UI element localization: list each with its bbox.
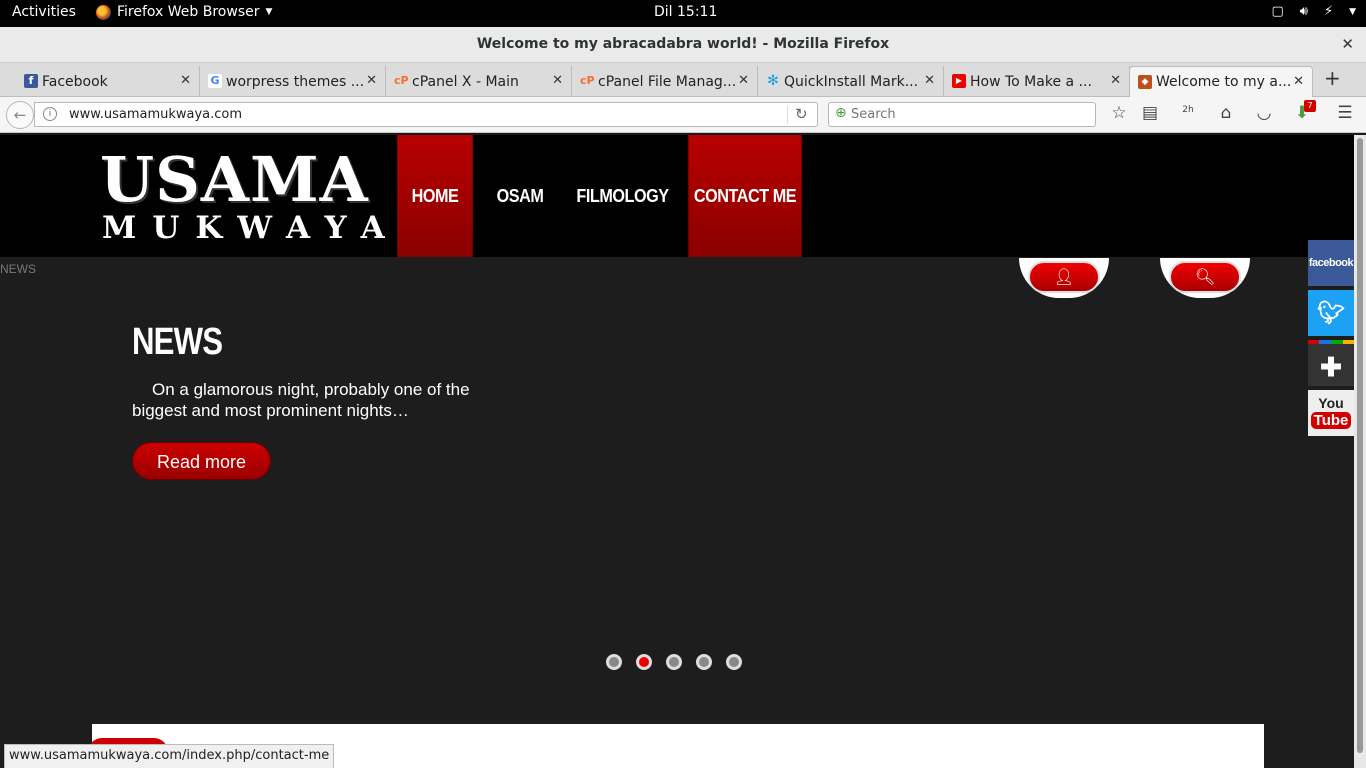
news-breadcrumb: NEWS [0, 262, 36, 276]
nav-contact-me[interactable]: CONTACT ME [688, 135, 802, 257]
tab-label: QuickInstall Mark... [784, 73, 919, 90]
cpanel-icon: cP [394, 74, 409, 87]
screen-icon: ▢ [1271, 4, 1284, 19]
web-page: USAMA MUKWAYA HOME OSAM FILMOLOGY CONTAC… [0, 135, 1354, 768]
tab-quickinstall[interactable]: ✻ QuickInstall Mark... ✕ [758, 66, 944, 97]
reload-icon[interactable]: ↻ [795, 105, 808, 123]
page-scrollbar[interactable] [1354, 135, 1366, 768]
tab-label: cPanel File Manag... [598, 73, 737, 90]
user-button[interactable]: 👤︎ [1028, 261, 1100, 293]
tab-label: worpress themes ... [226, 73, 365, 90]
tab-youtube[interactable]: ▶ How To Make a ... ✕ [944, 66, 1130, 97]
youtube-button[interactable]: You Tube [1308, 390, 1354, 436]
facebook-button[interactable]: facebook [1308, 240, 1354, 286]
bookmark-star-icon[interactable]: ☆ [1107, 103, 1131, 123]
firefox-icon [96, 4, 111, 20]
tab-label: Facebook [42, 73, 108, 90]
tab-welcome-active[interactable]: ◆ Welcome to my a... ✕ [1129, 66, 1313, 97]
slide-text: On a glamorous night, probably one of th… [132, 380, 470, 420]
info-icon[interactable]: i [43, 107, 57, 121]
nav-home[interactable]: HOME [397, 135, 473, 257]
back-arrow-icon[interactable]: ← [6, 101, 34, 129]
close-icon[interactable]: ✕ [738, 73, 749, 88]
close-icon[interactable]: ✕ [1110, 73, 1121, 88]
clock[interactable]: Dil 15:11 [654, 4, 717, 20]
twitter-bird-icon: 🐦︎ [1317, 300, 1345, 325]
tab-facebook[interactable]: f Facebook ✕ [16, 66, 200, 97]
activities-button[interactable]: Activities [12, 4, 76, 20]
system-top-bar: Activities Firefox Web Browser ▼ Dil 15:… [0, 0, 1366, 27]
window-close-icon[interactable]: ✕ [1341, 35, 1354, 53]
close-icon[interactable]: ✕ [180, 73, 191, 88]
chevron-down-icon: ▼ [1349, 7, 1356, 17]
tab-google[interactable]: G worpress themes ... ✕ [200, 66, 386, 97]
divider [787, 106, 788, 124]
nav-filmology[interactable]: FILMOLOGY [576, 135, 669, 257]
read-more-button[interactable]: Read more [132, 442, 271, 480]
quickinstall-icon: ✻ [767, 73, 779, 89]
slider-dot[interactable] [726, 654, 742, 670]
site-logo[interactable]: USAMA MUKWAYA [100, 143, 401, 246]
search-input[interactable] [851, 105, 1091, 124]
battery-icon: ⚡︎ [1323, 4, 1334, 19]
youtube-you-label: You [1318, 395, 1344, 411]
plus-icon: ✚ [1320, 352, 1342, 382]
scrollbar-thumb[interactable] [1357, 138, 1363, 753]
youtube-tube-label: Tube [1310, 412, 1352, 429]
facebook-label: facebook [1308, 257, 1354, 269]
new-tab-icon[interactable]: + [1324, 66, 1341, 90]
url-text[interactable]: www.usamamukwaya.com [69, 107, 242, 122]
tab-strip: f Facebook ✕ G worpress themes ... ✕ cP … [0, 63, 1366, 97]
status-bar: www.usamamukwaya.com/index.php/contact-m… [4, 744, 335, 768]
tab-label: Welcome to my a... [1156, 74, 1292, 90]
nav-osam[interactable]: OSAM [484, 135, 556, 257]
close-icon[interactable]: ✕ [924, 73, 935, 88]
slider-dot-active[interactable] [636, 654, 652, 670]
search-tab: 🔍︎ [1160, 258, 1250, 298]
user-tab: 👤︎ [1019, 258, 1109, 298]
tab-label: cPanel X - Main [412, 73, 519, 90]
slide-title: NEWS [132, 321, 223, 363]
youtube-icon: ▶ [952, 74, 966, 88]
window-title: Welcome to my abracadabra world! - Mozil… [476, 36, 890, 52]
cpanel-icon: cP [580, 74, 595, 87]
timer-icon[interactable]: 2h [1176, 105, 1200, 115]
close-icon[interactable]: ✕ [1293, 74, 1304, 89]
tab-label: How To Make a ... [970, 73, 1092, 90]
navigation-toolbar: ← i www.usamamukwaya.com ↻ ⊕ ☆ ▤ 2h ⌂ ◡ … [0, 97, 1366, 133]
url-bar[interactable]: i www.usamamukwaya.com ↻ [34, 102, 818, 127]
close-icon[interactable]: ✕ [366, 73, 377, 88]
search-icon: ⊕ [835, 105, 847, 121]
user-icon: 👤︎ [1053, 267, 1075, 286]
window-titlebar: Welcome to my abracadabra world! - Mozil… [0, 27, 1366, 63]
slider-dot[interactable] [696, 654, 712, 670]
menu-icon[interactable]: ☰ [1333, 103, 1357, 123]
tab-cpanel-main[interactable]: cP cPanel X - Main ✕ [386, 66, 572, 97]
search-bar[interactable]: ⊕ [828, 102, 1096, 127]
system-tray[interactable]: ▢ 🔊︎ ⚡︎ ▼ [1271, 4, 1356, 21]
site-icon: ◆ [1138, 75, 1152, 89]
chevron-down-icon: ▼ [265, 7, 273, 17]
twitter-button[interactable]: 🐦︎ [1308, 290, 1354, 336]
logo-line-2: MUKWAYA [102, 210, 401, 246]
logo-line-1: USAMA [100, 143, 369, 216]
tab-cpanel-file-manager[interactable]: cP cPanel File Manag... ✕ [572, 66, 758, 97]
app-menu[interactable]: Firefox Web Browser ▼ [96, 4, 272, 20]
slider-dot[interactable] [666, 654, 682, 670]
app-menu-label: Firefox Web Browser [117, 4, 260, 20]
google-icon: G [208, 74, 222, 88]
download-badge: 7 [1304, 100, 1316, 112]
slider-dot[interactable] [606, 654, 622, 670]
close-icon[interactable]: ✕ [552, 73, 563, 88]
pocket-icon[interactable]: ◡ [1252, 103, 1276, 123]
home-icon[interactable]: ⌂ [1214, 103, 1238, 123]
slider-pagination [606, 654, 742, 670]
site-search-button[interactable]: 🔍︎ [1169, 261, 1241, 293]
volume-icon: 🔊︎ [1299, 4, 1308, 19]
search-icon: 🔍︎ [1194, 267, 1216, 286]
reading-list-icon[interactable]: ▤ [1138, 103, 1162, 123]
facebook-icon: f [24, 74, 38, 88]
google-plus-button[interactable]: ✚ [1308, 340, 1354, 386]
site-header: USAMA MUKWAYA HOME OSAM FILMOLOGY CONTAC… [0, 135, 1354, 257]
